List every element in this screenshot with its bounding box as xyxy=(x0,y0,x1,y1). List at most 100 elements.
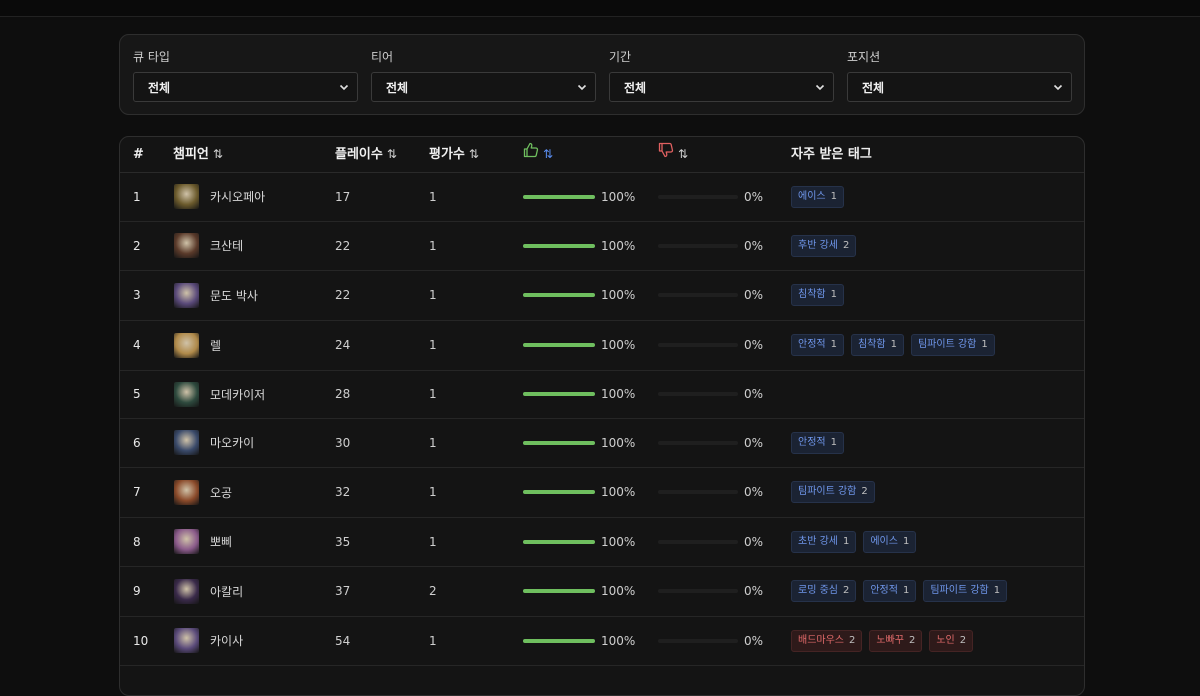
like-bar xyxy=(523,243,595,248)
chevron-down-icon xyxy=(813,80,827,94)
tag-label: 에이스 xyxy=(870,535,898,547)
table-row[interactable]: 4 렐 24 1 100% 0% 안정적 1 침착함 1 팀파이트 강함 1 xyxy=(120,320,1084,371)
champion-name: 오공 xyxy=(210,485,233,500)
dislike-percent: 0% xyxy=(744,584,764,598)
table-row[interactable]: 2 크산테 22 1 100% 0% 후반 강세 2 xyxy=(120,221,1084,271)
queue-type-select[interactable]: 전체 xyxy=(133,72,358,102)
sort-icon[interactable]: ⇅ xyxy=(678,137,688,172)
table-row[interactable]: 3 문도 박사 22 1 100% 0% 침착함 1 xyxy=(120,270,1084,321)
like-percent: 100% xyxy=(601,485,636,499)
tag-badge: 안정적 1 xyxy=(791,431,844,454)
tag-list: 안정적 1 xyxy=(791,431,844,454)
filter-label: 포지션 xyxy=(847,50,881,64)
tag-count: 2 xyxy=(849,634,856,646)
tag-label: 팀파이트 강함 xyxy=(930,585,989,596)
like-bar xyxy=(523,539,595,544)
tier-select[interactable]: 전체 xyxy=(371,72,596,102)
tag-badge: 배드마우스 2 xyxy=(791,629,863,652)
header-champion[interactable]: 챔피언 ⇅ xyxy=(173,137,223,172)
tag-label: 로밍 중심 xyxy=(798,585,838,596)
champion-cell[interactable]: 아칼리 xyxy=(174,566,243,616)
like-bar-fill xyxy=(523,392,595,396)
champion-cell[interactable]: 문도 박사 xyxy=(174,270,258,320)
like-cell: 100% xyxy=(523,566,635,616)
header-rank: # xyxy=(133,147,144,162)
tag-list: 침착함 1 xyxy=(791,284,844,306)
like-bar xyxy=(523,440,595,445)
tags-cell: 에이스 1 xyxy=(791,172,844,221)
tag-badge: 안정적 1 xyxy=(863,580,917,602)
tag-count: 2 xyxy=(861,486,868,497)
champion-cell[interactable]: 마오카이 xyxy=(174,418,254,467)
tag-label: 침착함 xyxy=(857,339,886,350)
tags-cell: 후반 강세 2 xyxy=(791,221,857,270)
like-cell: 100% xyxy=(523,221,635,270)
tag-badge: 침착함 1 xyxy=(850,334,904,356)
table-row[interactable]: 1 카시오페아 17 1 100% 0% 에이스 1 xyxy=(120,172,1084,222)
thumbs-down-icon xyxy=(658,137,674,172)
champion-name: 렐 xyxy=(210,338,222,353)
chevron-down-icon xyxy=(1051,80,1065,94)
tag-count: 1 xyxy=(830,190,837,202)
tag-count: 1 xyxy=(902,535,910,547)
position-select[interactable]: 전체 xyxy=(847,72,1072,102)
header-dislike[interactable]: ⇅ xyxy=(658,137,688,172)
filter-label: 티어 xyxy=(371,50,394,64)
champion-cell[interactable]: 모데카이저 xyxy=(174,370,265,418)
plays-cell: 17 xyxy=(335,189,351,204)
table-row[interactable]: 10 카이사 54 1 100% 0% 배드마우스 2 노빠꾸 2 노인 2 xyxy=(120,616,1084,666)
champion-cell[interactable]: 뽀삐 xyxy=(174,517,232,566)
dislike-percent: 0% xyxy=(744,633,764,648)
champion-cell[interactable]: 카시오페아 xyxy=(174,172,265,221)
sort-icon[interactable]: ⇅ xyxy=(469,137,479,172)
like-percent: 100% xyxy=(601,238,636,253)
champion-name: 카시오페아 xyxy=(210,190,266,204)
header-ratings[interactable]: 평가수 ⇅ xyxy=(429,137,479,172)
header-plays[interactable]: 플레이수 ⇅ xyxy=(335,137,397,172)
like-bar-fill xyxy=(523,440,595,445)
dislike-bar xyxy=(658,638,738,643)
champion-cell[interactable]: 오공 xyxy=(174,467,232,517)
champion-cell[interactable]: 카이사 xyxy=(174,616,243,665)
champion-avatar xyxy=(174,430,199,455)
tag-label: 안정적 xyxy=(798,339,826,350)
tag-list: 안정적 1 침착함 1 팀파이트 강함 1 xyxy=(791,334,995,356)
dislike-bar xyxy=(658,293,738,297)
like-percent: 100% xyxy=(601,338,636,352)
tag-label: 노빠꾸 xyxy=(876,634,904,646)
select-value: 전체 xyxy=(386,80,409,95)
sort-icon[interactable]: ⇅ xyxy=(387,137,397,172)
like-cell: 100% xyxy=(523,418,635,467)
tag-count: 2 xyxy=(908,634,916,646)
dislike-bar xyxy=(658,440,738,445)
champion-name: 크산테 xyxy=(210,239,244,253)
plays-cell: 35 xyxy=(335,534,351,549)
table-row[interactable]: 6 마오카이 30 1 100% 0% 안정적 1 xyxy=(120,418,1084,468)
like-percent: 100% xyxy=(601,534,636,549)
header-like[interactable]: ⇅ xyxy=(523,137,553,172)
champion-avatar xyxy=(174,184,199,209)
tag-badge: 노빠꾸 2 xyxy=(869,629,923,652)
table-row[interactable]: 8 뽀삐 35 1 100% 0% 초반 강세 1 에이스 1 xyxy=(120,517,1084,567)
like-bar xyxy=(523,343,595,347)
dislike-percent: 0% xyxy=(744,189,764,204)
table-row[interactable]: 5 모데카이저 28 1 100% 0% xyxy=(120,370,1084,419)
period-select[interactable]: 전체 xyxy=(609,72,834,102)
champion-table: # 챔피언 ⇅ 플레이수 ⇅ 평가수 ⇅ ⇅ ⇅ 자주 받은 태그 1 카시오페아… xyxy=(119,136,1085,696)
sort-icon[interactable]: ⇅ xyxy=(543,137,553,172)
like-percent: 100% xyxy=(601,633,636,648)
tag-count: 2 xyxy=(959,634,967,646)
champion-cell[interactable]: 렐 xyxy=(174,320,221,370)
top-nav-bar xyxy=(0,0,1200,17)
tags-cell: 초반 강세 1 에이스 1 xyxy=(791,517,917,566)
like-cell: 100% xyxy=(523,320,635,370)
plays-cell: 37 xyxy=(335,584,351,598)
like-percent: 100% xyxy=(601,584,636,598)
table-row[interactable]: 9 아칼리 37 2 100% 0% 로밍 중심 2 안정적 1 팀파이트 강함 1 xyxy=(120,566,1084,617)
champion-cell[interactable]: 크산테 xyxy=(174,221,243,270)
ratings-cell: 1 xyxy=(429,534,437,549)
table-row[interactable]: 7 오공 32 1 100% 0% 팀파이트 강함 2 xyxy=(120,467,1084,518)
tag-count: 1 xyxy=(890,339,897,350)
sort-icon[interactable]: ⇅ xyxy=(213,137,223,172)
tag-list: 배드마우스 2 노빠꾸 2 노인 2 xyxy=(791,629,974,652)
